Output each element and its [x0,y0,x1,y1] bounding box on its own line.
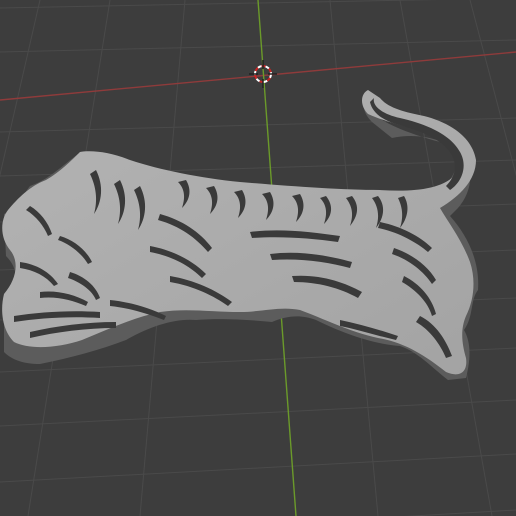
3d-viewport[interactable] [0,0,516,516]
tiger-model[interactable] [2,90,479,380]
x-axis-line [0,51,516,101]
viewport-canvas[interactable] [0,0,516,516]
